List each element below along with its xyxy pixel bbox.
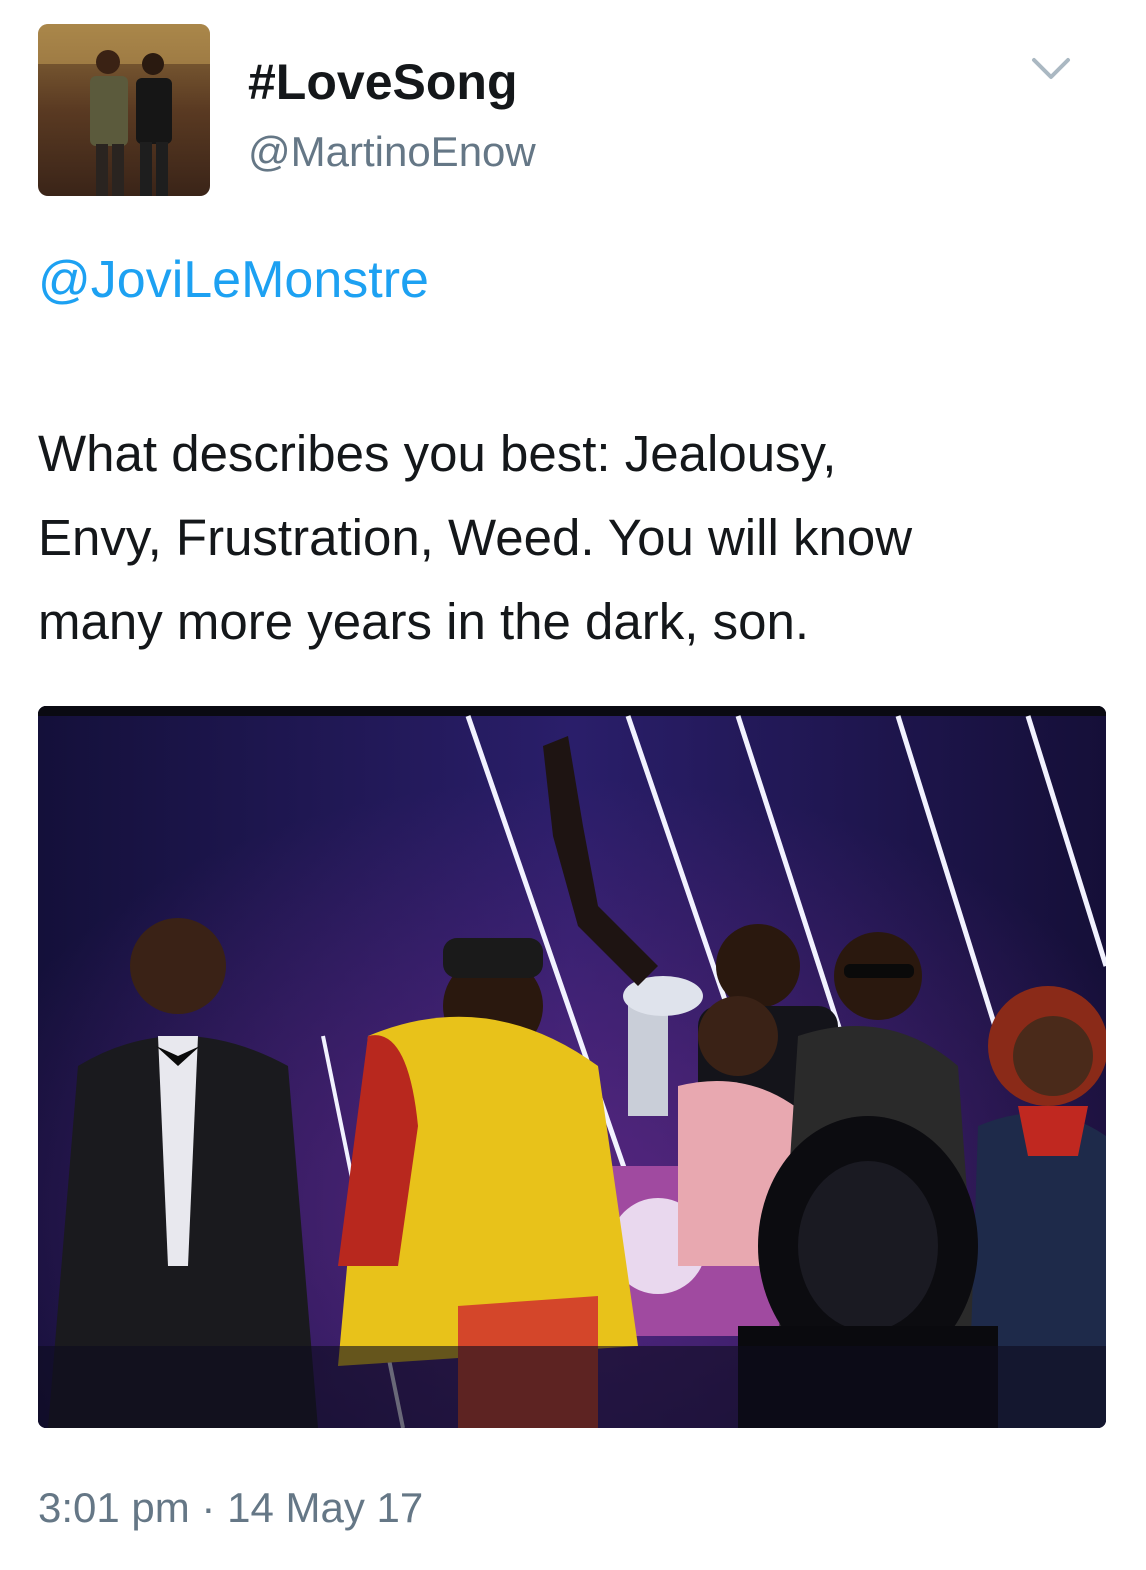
award-ceremony-photo <box>38 706 1106 1428</box>
timestamp: 3:01 pm · 14 May 17 <box>38 1484 424 1531</box>
user-handle[interactable]: @MartinoEnow <box>248 126 536 178</box>
tweet-photo[interactable] <box>38 706 1106 1428</box>
tweet-card: #LoveSong @MartinoEnow @JoviLeMonstre Wh… <box>0 0 1146 1570</box>
avatar-photo <box>38 24 210 196</box>
mention-link[interactable]: @JoviLeMonstre <box>38 248 429 312</box>
avatar[interactable] <box>38 24 210 196</box>
display-name[interactable]: #LoveSong <box>248 52 517 112</box>
chevron-down-icon[interactable] <box>1030 52 1072 86</box>
tweet-text: What describes you best: Jealousy, Envy,… <box>38 425 913 650</box>
